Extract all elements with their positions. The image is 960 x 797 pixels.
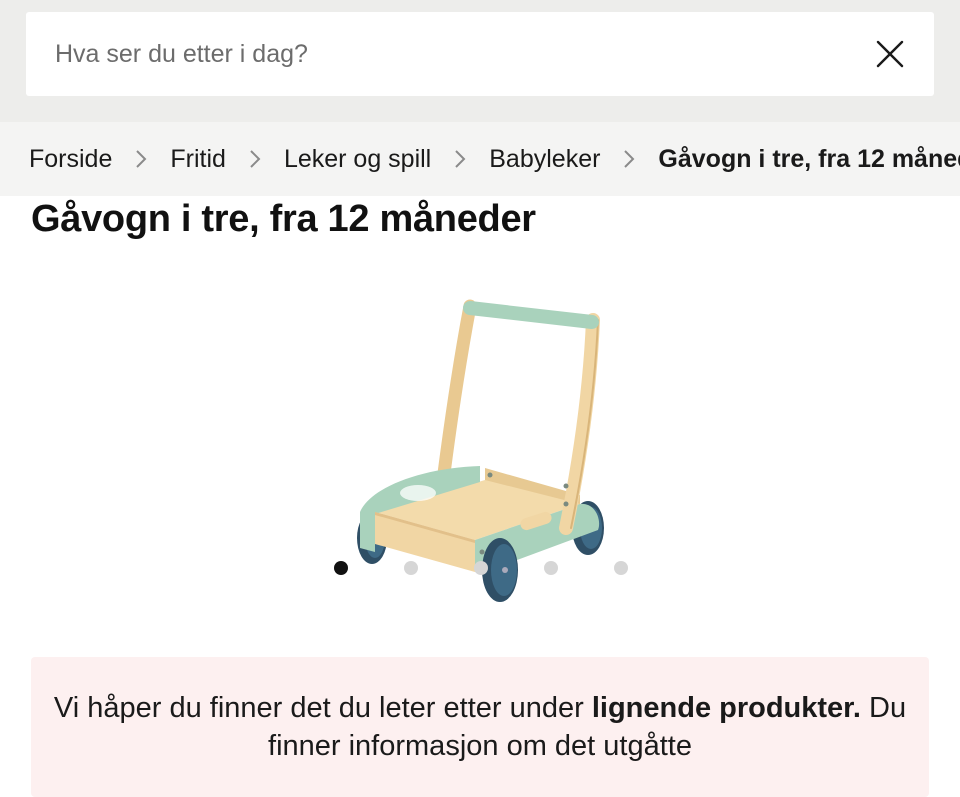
page-title: Gåvogn i tre, fra 12 måneder <box>31 198 536 240</box>
breadcrumb: Forside Fritid Leker og spill Babyleker … <box>0 122 960 196</box>
close-search-button[interactable] <box>860 24 920 84</box>
carousel-dot-4[interactable] <box>544 561 558 575</box>
chevron-right-icon <box>600 122 658 196</box>
search-box <box>26 12 934 96</box>
breadcrumb-item-babyleker[interactable]: Babyleker <box>489 145 600 174</box>
carousel-dot-5[interactable] <box>614 561 628 575</box>
discontinued-notice: Vi håper du finner det du leter etter un… <box>31 657 929 797</box>
chevron-right-icon <box>226 122 284 196</box>
breadcrumb-item-fritid[interactable]: Fritid <box>170 145 226 174</box>
search-input[interactable] <box>26 12 860 96</box>
chevron-right-icon <box>112 122 170 196</box>
carousel-dot-3[interactable] <box>474 561 488 575</box>
carousel-dot-1[interactable] <box>334 561 348 575</box>
chevron-right-icon <box>431 122 489 196</box>
search-bar-area <box>0 0 960 122</box>
breadcrumb-item-current: Gåvogn i tre, fra 12 måneder <box>658 144 960 173</box>
similar-products-link[interactable]: lignende produkter. <box>592 692 861 724</box>
breadcrumb-item-forside[interactable]: Forside <box>29 145 112 174</box>
notice-text-part1: Vi håper du finner det du leter etter un… <box>53 692 592 724</box>
carousel-dot-2[interactable] <box>404 561 418 575</box>
close-icon <box>876 40 904 68</box>
image-carousel-dots <box>334 561 684 575</box>
breadcrumb-item-leker-og-spill[interactable]: Leker og spill <box>284 145 431 174</box>
